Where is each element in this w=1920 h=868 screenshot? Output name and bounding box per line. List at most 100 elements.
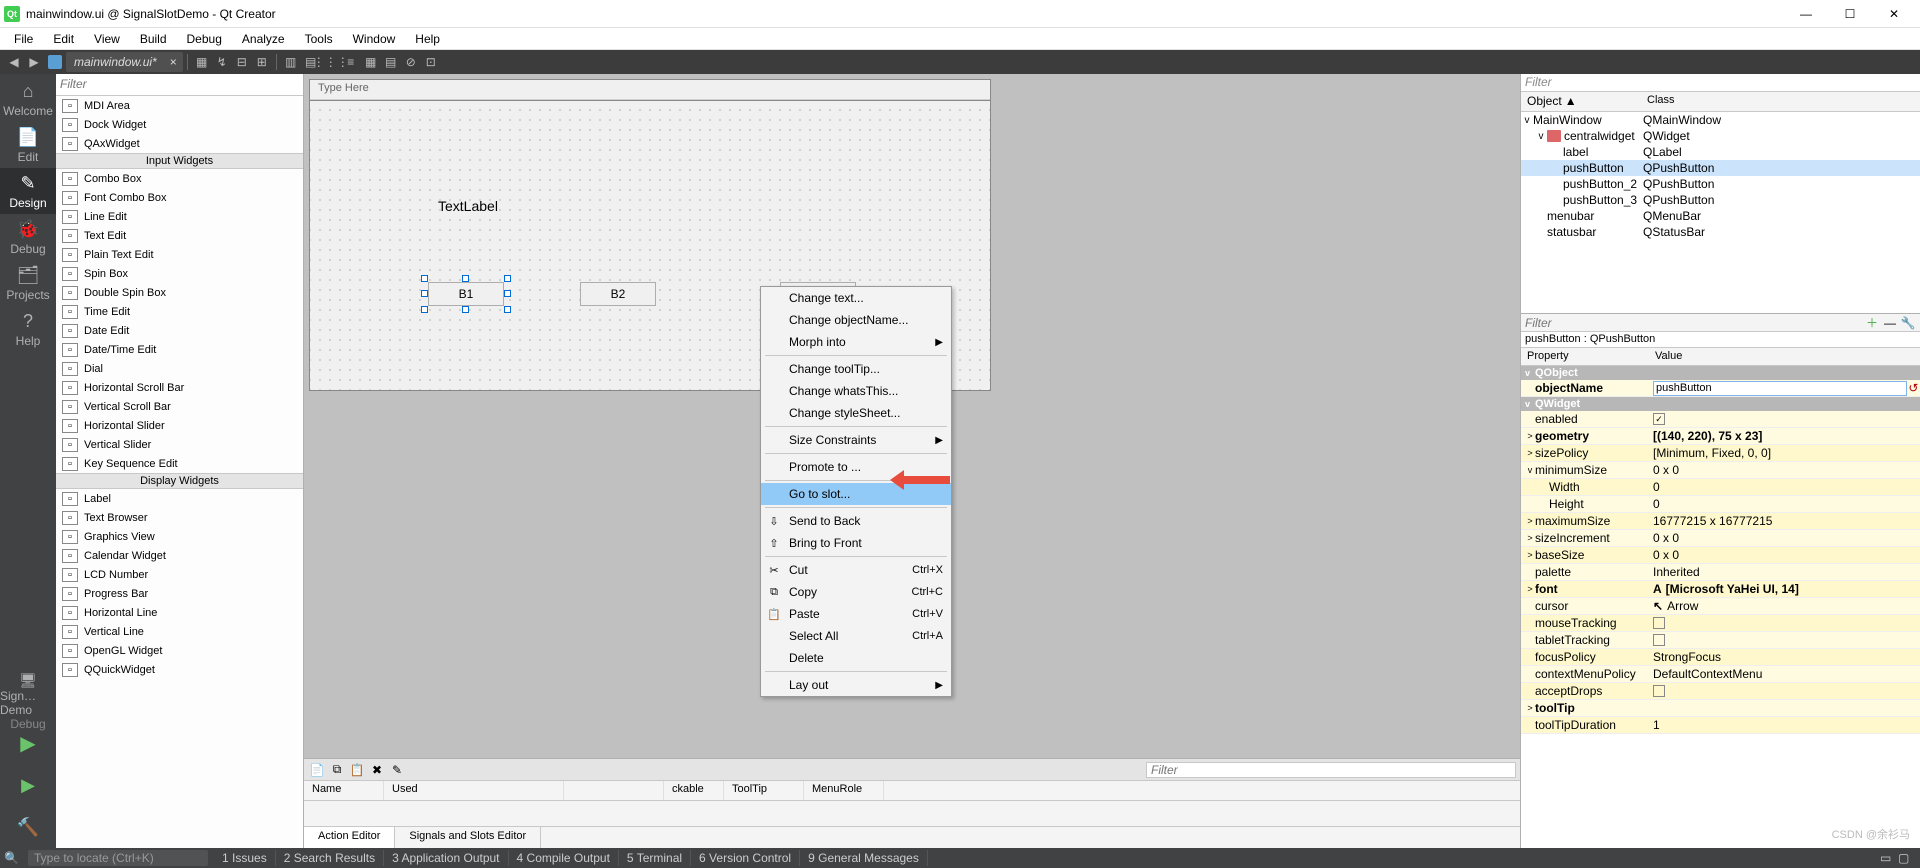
widget-item[interactable]: ▫Date/Time Edit (56, 340, 303, 359)
widget-item[interactable]: ▫Horizontal Line (56, 603, 303, 622)
action-edit-button[interactable]: ✎ (388, 761, 406, 779)
widget-item[interactable]: ▫Text Browser (56, 508, 303, 527)
widget-item[interactable]: ▫Line Edit (56, 207, 303, 226)
search-icon[interactable]: 🔍 (4, 851, 18, 865)
tab-close-button[interactable]: × (170, 55, 177, 69)
widget-item[interactable]: ▫QAxWidget (56, 134, 303, 153)
property-row[interactable]: >sizeIncrement0 x 0 (1521, 530, 1920, 547)
nav-fwd-button[interactable]: ▶ (25, 53, 43, 71)
property-category[interactable]: v QObject (1521, 366, 1920, 380)
widget-item[interactable]: ▫QQuickWidget (56, 660, 303, 679)
status-item[interactable]: 4 Compile Output (509, 850, 619, 866)
tb-layout-g[interactable]: ▦ (362, 53, 380, 71)
property-row[interactable]: mouseTracking (1521, 615, 1920, 632)
menu-build[interactable]: Build (130, 30, 177, 48)
ctx-item[interactable]: Delete (761, 647, 951, 669)
tb-adjust-size[interactable]: ⊡ (422, 53, 440, 71)
widget-item[interactable]: ▫Vertical Scroll Bar (56, 397, 303, 416)
menu-analyze[interactable]: Analyze (232, 30, 295, 48)
open-file-tab[interactable]: mainwindow.ui* × (66, 52, 183, 72)
object-row[interactable]: labelQLabel (1521, 144, 1920, 160)
object-row[interactable]: pushButtonQPushButton (1521, 160, 1920, 176)
widget-item[interactable]: ▫Progress Bar (56, 584, 303, 603)
widget-item[interactable]: ▫OpenGL Widget (56, 641, 303, 660)
ctx-item[interactable]: Change objectName... (761, 309, 951, 331)
status-item[interactable]: 1 Issues (214, 850, 276, 866)
property-row[interactable]: focusPolicyStrongFocus (1521, 649, 1920, 666)
action-header-col[interactable]: ToolTip (724, 781, 804, 800)
menu-view[interactable]: View (84, 30, 130, 48)
mode-design[interactable]: ✎Design (0, 168, 56, 214)
action-paste-button[interactable]: 📋 (348, 761, 366, 779)
mode-edit[interactable]: 📄Edit (0, 122, 56, 168)
tb-layout-hs[interactable]: ⋮⋮⋮ (322, 53, 340, 71)
push-button-b1[interactable]: B1 (428, 282, 504, 306)
ctx-item[interactable]: Lay out▶ (761, 674, 951, 696)
ctx-item[interactable]: Promote to ... (761, 456, 951, 478)
widget-item[interactable]: ▫MDI Area (56, 96, 303, 115)
mode-debug[interactable]: 🐞Debug (0, 214, 56, 260)
build-button[interactable]: 🔨 (0, 806, 56, 848)
close-button[interactable]: ✕ (1872, 0, 1916, 28)
property-category[interactable]: v QWidget (1521, 397, 1920, 411)
object-row[interactable]: statusbarQStatusBar (1521, 224, 1920, 240)
ctx-item[interactable]: ✂CutCtrl+X (761, 559, 951, 581)
tb-layout-h[interactable]: ▥ (282, 53, 300, 71)
nav-back-button[interactable]: ◀ (5, 53, 23, 71)
ctx-item[interactable]: 📋PasteCtrl+V (761, 603, 951, 625)
kit-selector[interactable]: 🖥Sign…DemoDebug (0, 680, 56, 722)
status-item[interactable]: 3 Application Output (384, 850, 508, 866)
property-checkbox[interactable] (1653, 685, 1665, 697)
tb-signals-slots[interactable]: ↯ (213, 53, 231, 71)
ctx-item[interactable]: Change toolTip... (761, 358, 951, 380)
object-row[interactable]: menubarQMenuBar (1521, 208, 1920, 224)
ctx-item[interactable]: Morph into▶ (761, 331, 951, 353)
property-row[interactable]: >geometry[(140, 220), 75 x 23] (1521, 428, 1920, 445)
property-checkbox[interactable] (1653, 617, 1665, 629)
ctx-item[interactable]: Change text... (761, 287, 951, 309)
property-value-input[interactable] (1653, 381, 1907, 396)
prop-expand-icon[interactable]: > (1525, 516, 1535, 526)
widget-item[interactable]: ▫Graphics View (56, 527, 303, 546)
property-header-prop[interactable]: Property (1521, 348, 1649, 365)
menu-tools[interactable]: Tools (295, 30, 343, 48)
form-menubar-placeholder[interactable]: Type Here (310, 80, 990, 100)
widget-item[interactable]: ▫Date Edit (56, 321, 303, 340)
close-panel-icon[interactable]: ▢ (1898, 851, 1912, 865)
tree-expand-icon[interactable]: v (1535, 131, 1547, 142)
widget-list[interactable]: ▫MDI Area▫Dock Widget▫QAxWidgetInput Wid… (56, 96, 303, 848)
menu-file[interactable]: File (4, 30, 43, 48)
property-add-button[interactable]: ＋ (1864, 315, 1880, 331)
prop-expand-icon[interactable]: > (1525, 448, 1535, 458)
prop-expand-icon[interactable]: > (1525, 703, 1535, 713)
widget-filter-input[interactable] (60, 76, 299, 92)
menu-help[interactable]: Help (405, 30, 450, 48)
minimize-button[interactable]: — (1784, 0, 1828, 28)
action-header-col[interactable]: ckable (664, 781, 724, 800)
action-tab[interactable]: Action Editor (304, 827, 395, 848)
ctx-item[interactable]: Change whatsThis... (761, 380, 951, 402)
widget-item[interactable]: ▫Label (56, 489, 303, 508)
action-filter-input[interactable] (1146, 762, 1516, 778)
object-row[interactable]: pushButton_3QPushButton (1521, 192, 1920, 208)
property-row[interactable]: enabled (1521, 411, 1920, 428)
widget-item[interactable]: ▫Font Combo Box (56, 188, 303, 207)
widget-item[interactable]: ▫Horizontal Scroll Bar (56, 378, 303, 397)
menu-debug[interactable]: Debug (177, 30, 232, 48)
ctx-item[interactable]: Select AllCtrl+A (761, 625, 951, 647)
ctx-item[interactable]: ⧉CopyCtrl+C (761, 581, 951, 603)
property-rows[interactable]: v QObjectobjectName↺v QWidgetenabled>geo… (1521, 366, 1920, 848)
ctx-item[interactable]: Size Constraints▶ (761, 429, 951, 451)
widget-category[interactable]: Input Widgets (56, 153, 303, 169)
widget-item[interactable]: ▫Vertical Slider (56, 435, 303, 454)
property-filter-input[interactable] (1525, 316, 1862, 330)
action-header-col[interactable]: Used (384, 781, 564, 800)
widget-item[interactable]: ▫Plain Text Edit (56, 245, 303, 264)
property-reset-icon[interactable]: ↺ (1907, 381, 1920, 395)
action-delete-button[interactable]: ✖ (368, 761, 386, 779)
property-row[interactable]: tabletTracking (1521, 632, 1920, 649)
prop-expand-icon[interactable]: v (1525, 465, 1535, 475)
mode-projects[interactable]: 🗂Projects (0, 260, 56, 306)
property-row[interactable]: toolTipDuration1 (1521, 717, 1920, 734)
property-row[interactable]: >baseSize0 x 0 (1521, 547, 1920, 564)
